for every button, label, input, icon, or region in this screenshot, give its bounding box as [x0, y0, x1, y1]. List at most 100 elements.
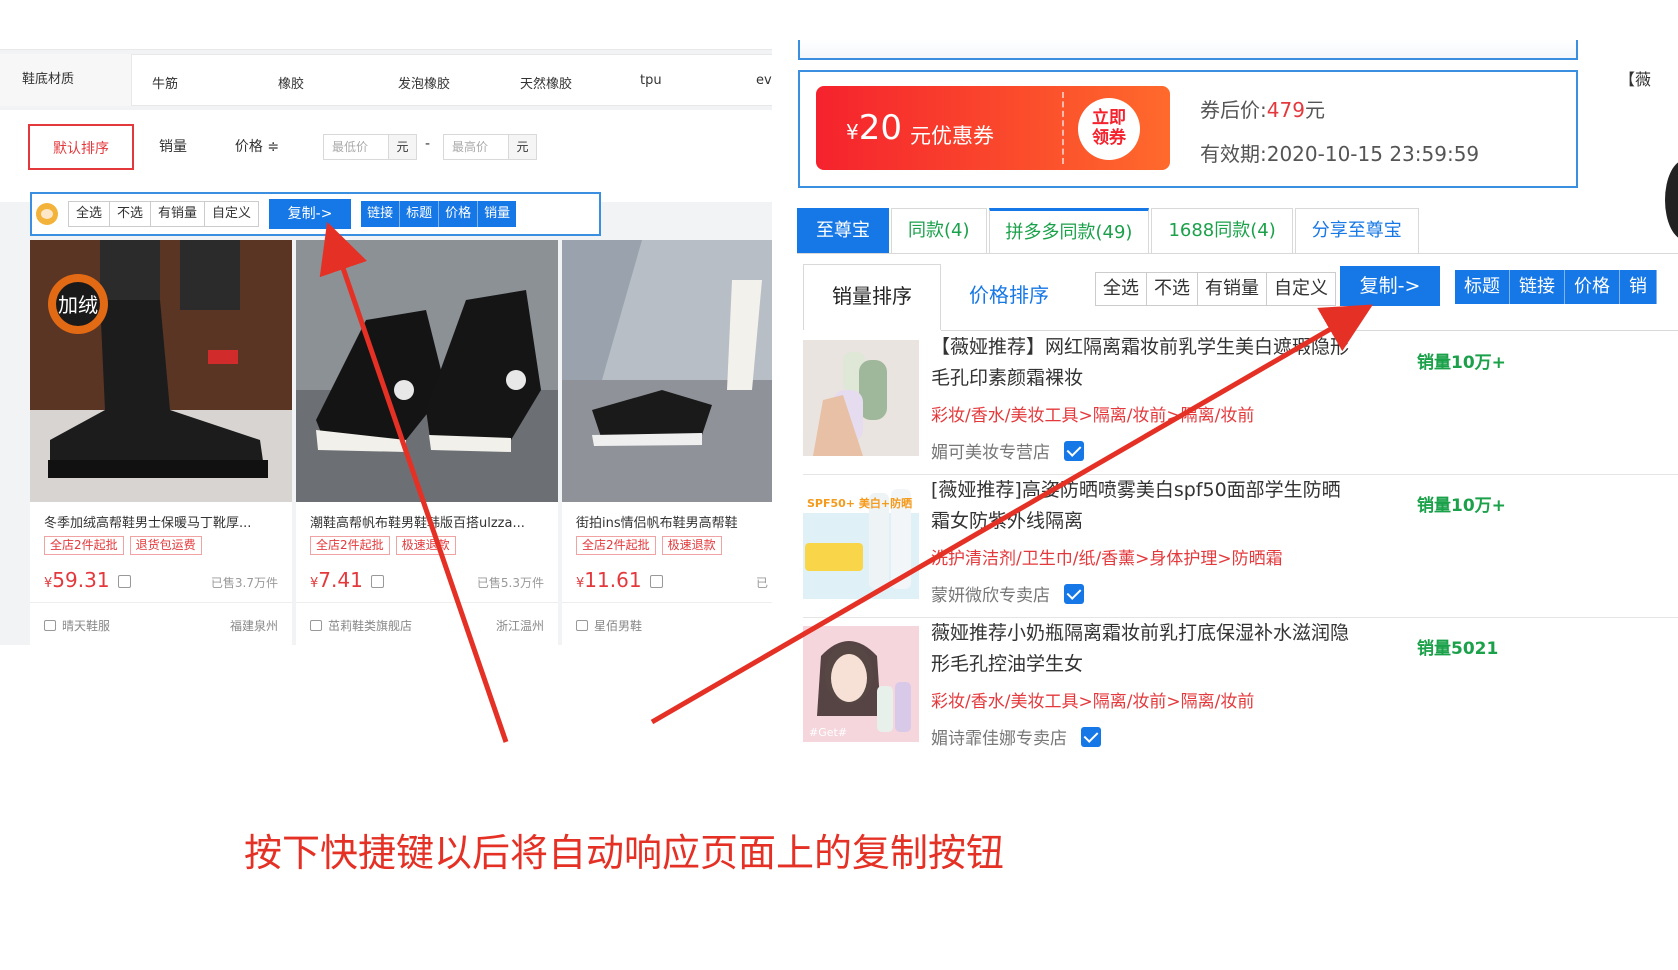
select-all-button[interactable]: 全选	[69, 202, 111, 226]
filter-option[interactable]: 天然橡胶	[520, 73, 572, 92]
select-checkbox[interactable]	[370, 575, 384, 588]
min-price-input[interactable]: 最低价 元	[323, 134, 417, 160]
product-card[interactable]: 潮鞋高帮帆布鞋男鞋韩版百搭ulzza... 全店2件起批 极速退款 ¥7.41 …	[296, 240, 558, 645]
select-all-button[interactable]: 全选	[1096, 273, 1147, 305]
product-title[interactable]: 潮鞋高帮帆布鞋男鞋韩版百搭ulzza...	[310, 512, 546, 531]
sold-count: 已售5.3万件	[476, 576, 544, 590]
select-checkbox[interactable]	[1064, 441, 1084, 461]
max-price-input[interactable]: 最高价 元	[443, 134, 537, 160]
filter-option[interactable]: 发泡橡胶	[398, 73, 450, 92]
coupon-card[interactable]: ¥20 元优惠券 立即 领券	[816, 86, 1170, 170]
select-none-button[interactable]: 不选	[110, 202, 152, 226]
coupon-divider	[1062, 92, 1064, 164]
after-price-value: 479	[1266, 98, 1305, 122]
product-image[interactable]	[562, 240, 772, 502]
product-tag: 全店2件起批	[44, 536, 124, 555]
coupon-frame: ¥20 元优惠券 立即 领券 券后价:479元 有效期:2020-10-15 2…	[798, 70, 1578, 188]
shop-location: 浙江温州	[495, 619, 544, 633]
claim-coupon-button[interactable]: 立即 领券	[1078, 98, 1140, 160]
product-price: ¥11.61	[576, 568, 663, 592]
tab-share[interactable]: 分享至尊宝	[1294, 208, 1419, 254]
item-shop: 蒙妍微欣专卖店	[931, 581, 1084, 606]
product-tag: 退货包运费	[129, 536, 202, 555]
product-card[interactable]: 街拍ins情侣帆布鞋男高帮鞋 全店2件起批 极速退款 ¥11.61 已 星佰男鞋	[562, 240, 772, 645]
product-title[interactable]: 街拍ins情侣帆布鞋男高帮鞋	[576, 512, 766, 531]
shop-link[interactable]: 茁莉鞋类旗舰店	[310, 617, 412, 634]
product-tags: 全店2件起批 极速退款	[310, 536, 456, 555]
product-card[interactable]: 加绒 冬季加绒高帮鞋男士保暖马丁靴厚... 全店2件起批 退货包运费 ¥59.3…	[30, 240, 292, 645]
select-checkbox[interactable]	[1064, 584, 1084, 604]
tab-same-items[interactable]: 同款(4)	[891, 208, 987, 254]
field-title-toggle[interactable]: 标题	[1455, 270, 1510, 304]
product-grid: 加绒 冬季加绒高帮鞋男士保暖马丁靴厚... 全店2件起批 退货包运费 ¥59.3…	[30, 240, 772, 645]
item-thumbnail[interactable]	[803, 340, 919, 456]
field-link-toggle[interactable]: 链接	[1510, 270, 1565, 304]
thumb-text: SPF50+ 美白+防晒	[807, 496, 912, 510]
list-item: 【薇娅推荐】网红隔离霜妆前乳学生美白遮瑕隐形毛孔印素颜霜裸妆 彩妆/香水/美妆工…	[803, 332, 1678, 475]
store-icon	[310, 620, 322, 631]
list-item: SPF50+ 美白+防晒 [薇娅推荐]高姿防晒喷雾美白spf50面部学生防晒霜女…	[803, 475, 1678, 618]
price-value: 11.61	[584, 568, 642, 592]
fleece-badge: 加绒	[58, 293, 98, 317]
product-tag: 极速退款	[661, 536, 722, 555]
item-title[interactable]: 薇娅推荐小奶瓶隔离霜妆前乳打底保湿补水滋润隐形毛孔控油学生女	[931, 618, 1351, 680]
select-custom-button[interactable]: 自定义	[1267, 273, 1335, 305]
copy-button[interactable]: 复制->	[1340, 266, 1440, 306]
item-title[interactable]: 【薇娅推荐】网红隔离霜妆前乳学生美白遮瑕隐形毛孔印素颜霜裸妆	[931, 332, 1351, 394]
field-price-toggle[interactable]: 价格	[439, 201, 479, 227]
select-checkbox[interactable]	[1081, 727, 1101, 747]
sort-price-button[interactable]: 价格 ≑	[222, 124, 292, 170]
tab-sort-price[interactable]: 价格排序	[969, 264, 1049, 328]
select-custom-button[interactable]: 自定义	[205, 202, 259, 226]
side-peek-text: 【薇	[1619, 70, 1652, 89]
product-tags: 全店2件起批 退货包运费	[44, 536, 202, 555]
select-checkbox[interactable]	[117, 575, 131, 588]
item-sales: 销量5021	[1417, 639, 1499, 659]
shop-location: 福建泉州	[229, 619, 278, 633]
coupon-value: 20	[858, 108, 902, 148]
item-thumbnail[interactable]: SPF50+ 美白+防晒	[803, 483, 919, 599]
product-title[interactable]: 冬季加绒高帮鞋男士保暖马丁靴厚...	[44, 512, 280, 531]
product-image[interactable]: 加绒	[30, 240, 292, 502]
select-with-sales-button[interactable]: 有销量	[1198, 273, 1267, 305]
price-value: 59.31	[52, 568, 110, 592]
side-peek: 【薇	[1615, 40, 1678, 280]
sort-default-button[interactable]: 默认排序	[28, 124, 134, 170]
filter-row-previous	[0, 40, 772, 50]
coupon-validity: 有效期:2020-10-15 23:59:59	[1200, 142, 1480, 166]
product-tag: 全店2件起批	[576, 536, 656, 555]
field-price-toggle[interactable]: 价格	[1565, 270, 1620, 304]
tab-pinduoduo[interactable]: 拼多多同款(49)	[988, 208, 1150, 254]
tab-1688[interactable]: 1688同款(4)	[1151, 208, 1293, 254]
sold-count: 已	[755, 576, 768, 590]
product-image[interactable]	[296, 240, 558, 502]
shop-link[interactable]: 星佰男鞋	[576, 617, 642, 634]
sort-sales-button[interactable]: 销量	[146, 124, 200, 170]
shop-name: 媚诗霏佳娜专卖店	[931, 729, 1067, 749]
select-group: 全选 不选 有销量 自定义	[68, 201, 260, 227]
field-link-toggle[interactable]: 链接	[361, 201, 401, 227]
filter-option[interactable]: 橡胶	[278, 73, 304, 92]
card-footer: 晴天鞋服 福建泉州	[30, 602, 292, 645]
select-checkbox[interactable]	[649, 575, 663, 588]
select-none-button[interactable]: 不选	[1147, 273, 1198, 305]
product-tag: 全店2件起批	[310, 536, 390, 555]
item-title[interactable]: [薇娅推荐]高姿防晒喷雾美白spf50面部学生防晒霜女防紫外线隔离	[931, 475, 1351, 537]
price-unit: 元	[388, 135, 416, 159]
copy-button[interactable]: 复制->	[269, 199, 352, 229]
store-icon	[576, 620, 588, 631]
tab-sort-sales[interactable]: 销量排序	[803, 264, 941, 330]
select-with-sales-button[interactable]: 有销量	[151, 202, 206, 226]
tab-zhizunbao[interactable]: 至尊宝	[797, 208, 889, 254]
field-sales-toggle[interactable]: 销量	[478, 201, 517, 227]
shop-name: 蒙妍微欣专卖店	[931, 586, 1050, 606]
filter-option[interactable]: ev	[756, 73, 772, 88]
item-thumbnail[interactable]: #Get#	[803, 626, 919, 742]
filter-option[interactable]: 牛筋	[152, 73, 178, 92]
copy-fields-group: 链接 标题 价格 销量	[361, 201, 517, 227]
shop-link[interactable]: 晴天鞋服	[44, 617, 110, 634]
price-unit: 元	[508, 135, 536, 159]
filter-option[interactable]: tpu	[640, 73, 662, 88]
field-title-toggle[interactable]: 标题	[400, 201, 440, 227]
sold-count: 已售3.7万件	[210, 576, 278, 590]
